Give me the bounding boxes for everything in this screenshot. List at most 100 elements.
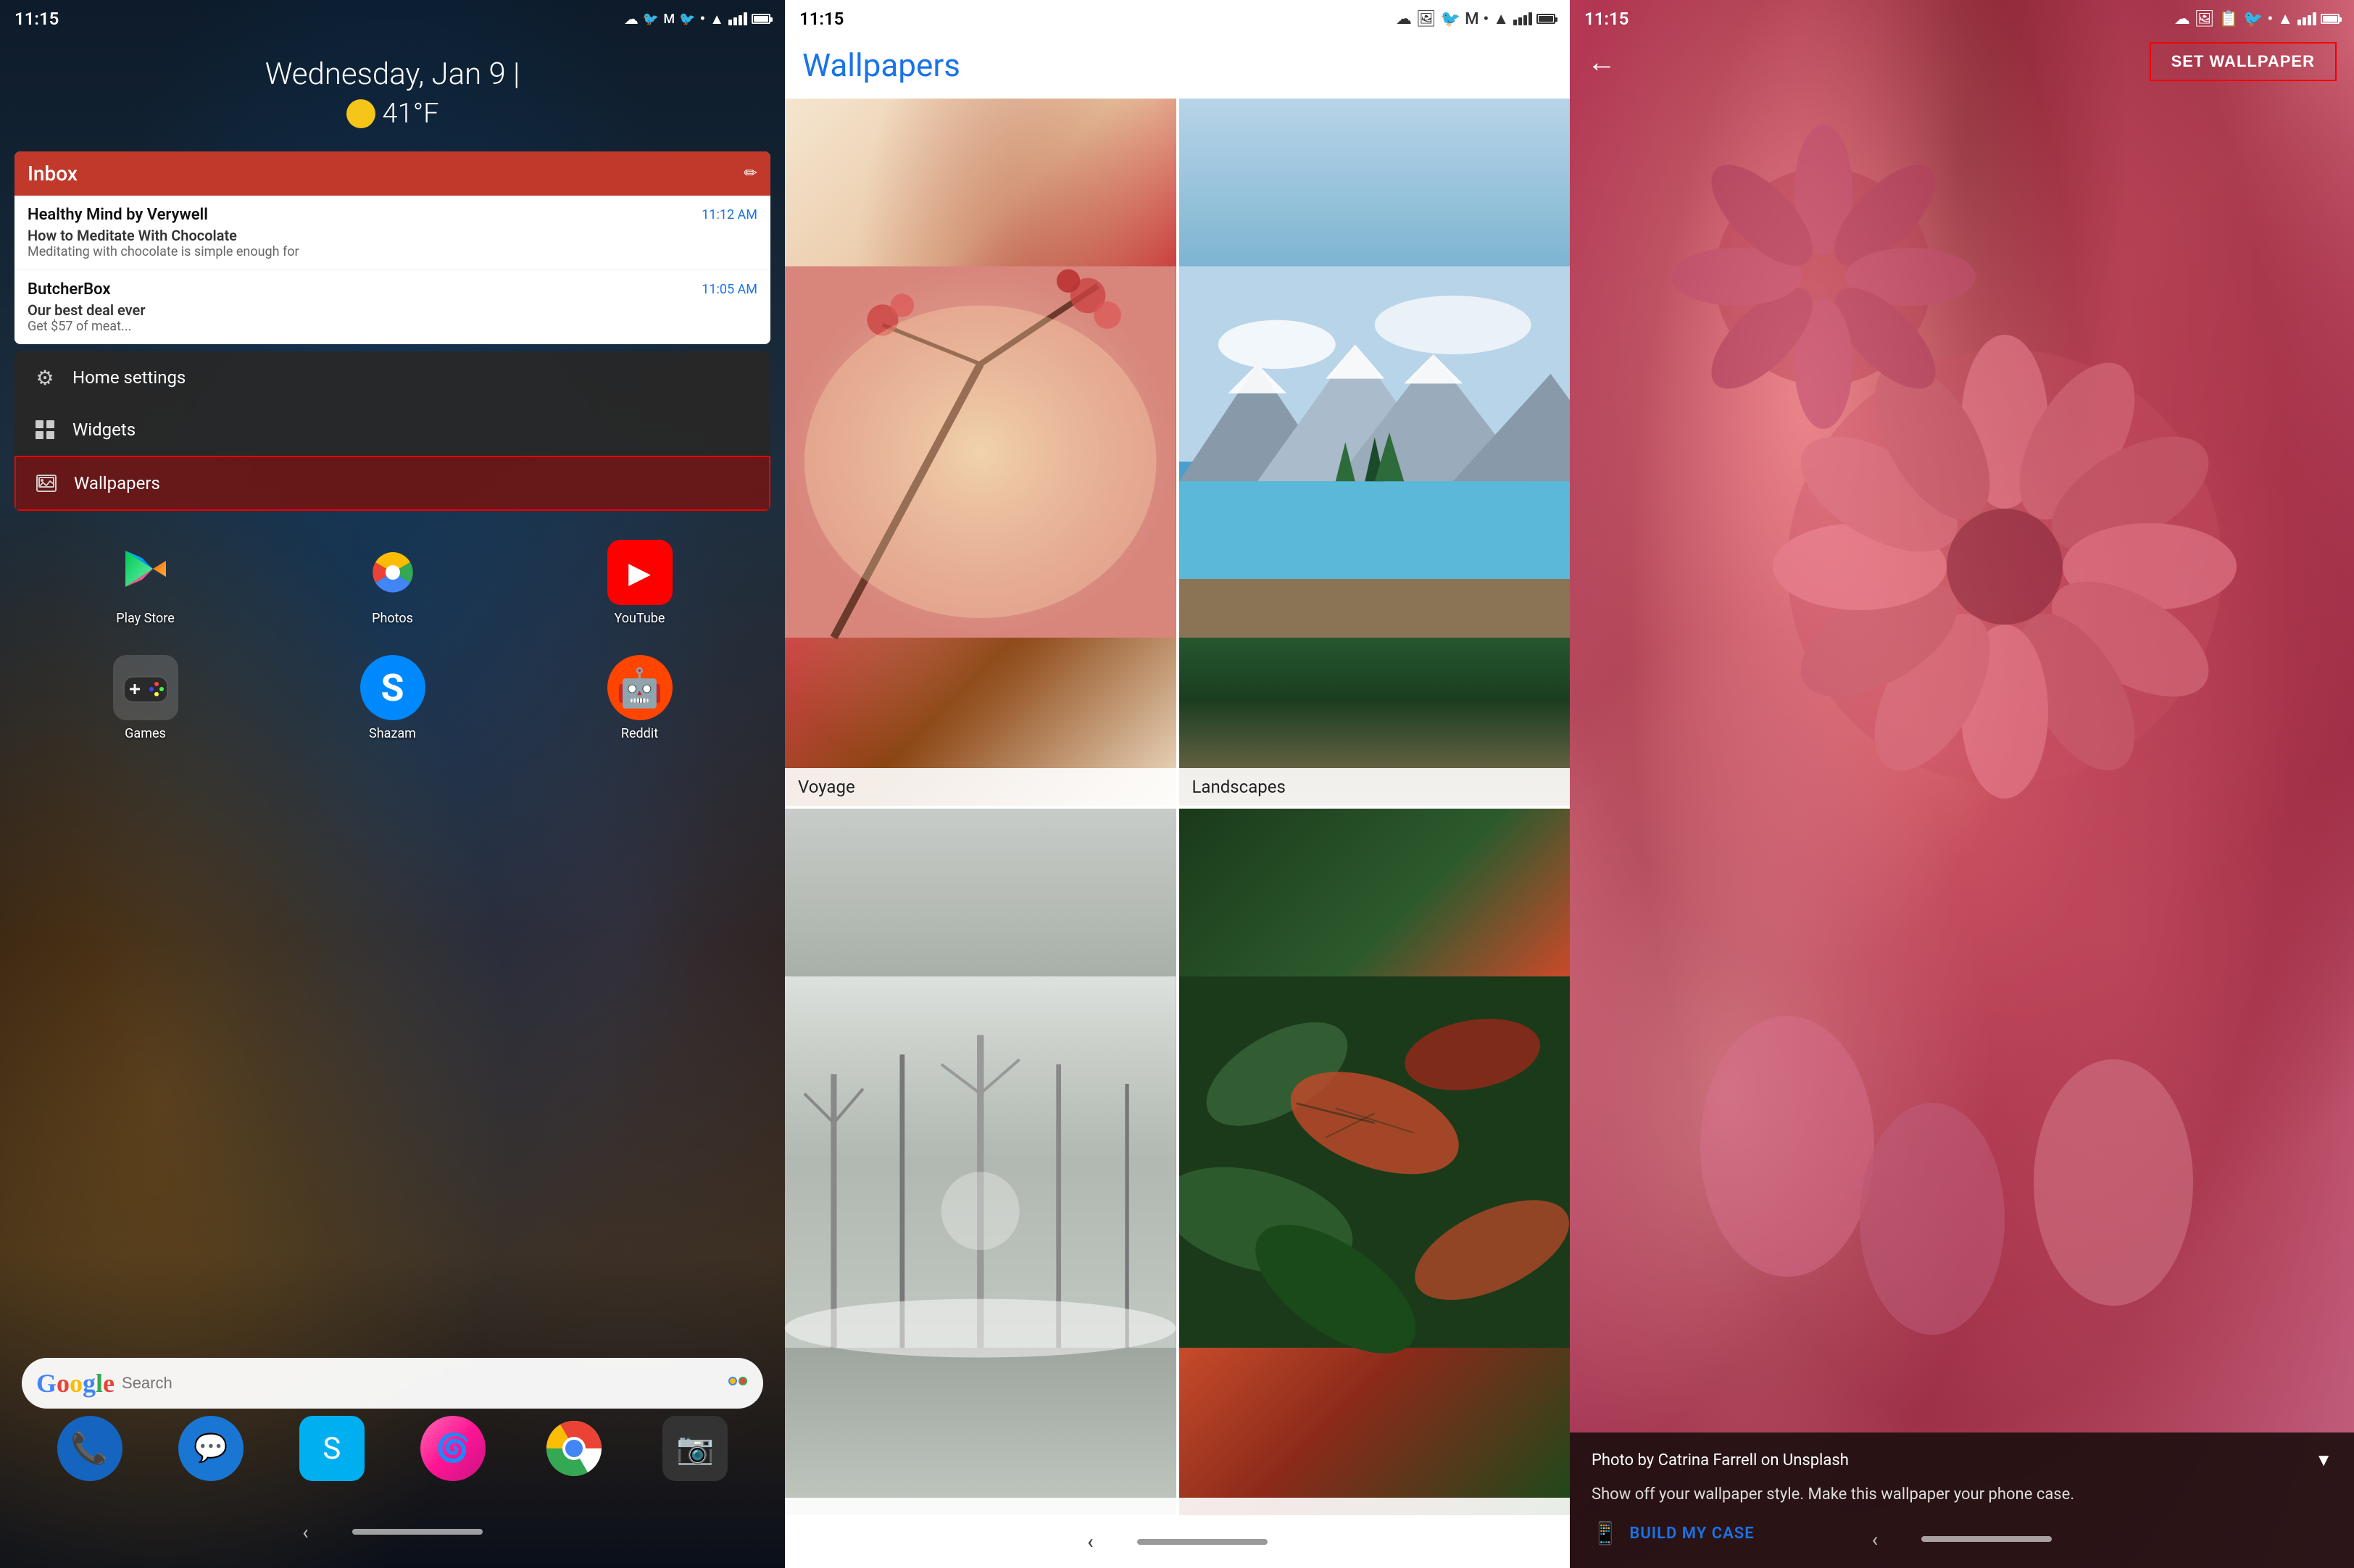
- phone-icon: 📞: [70, 1431, 108, 1467]
- cloud-icon: ☁: [2174, 10, 2190, 28]
- wifi-icon: ▲: [2277, 9, 2293, 28]
- gmail-icon: M: [663, 12, 675, 27]
- cloud-icon: ☁: [1396, 10, 1412, 28]
- inbox-title: Inbox: [28, 162, 78, 185]
- wallpapers-time: 11:15: [799, 9, 844, 29]
- app-label: Reddit: [621, 726, 658, 741]
- wallpapers-screen: 11:15 ☁ 🖼 🐦 M • ▲ Wallpapers: [785, 0, 1570, 1568]
- skype-icon: S: [323, 1431, 341, 1467]
- inbox-item[interactable]: ButcherBox 11:05 AM Our best deal ever G…: [14, 270, 770, 344]
- camera-icon: 📷: [676, 1431, 714, 1467]
- menu-item-label: Wallpapers: [74, 473, 160, 493]
- wallpaper-tile-tropical[interactable]: [1179, 809, 1571, 1516]
- wifi-icon: ▲: [1493, 9, 1509, 28]
- tropical-art: [1179, 809, 1571, 1516]
- gear-icon: ⚙: [32, 364, 58, 391]
- app-photos[interactable]: Photos: [360, 540, 425, 626]
- separator: |: [513, 57, 520, 92]
- menu-item-wallpapers[interactable]: Wallpapers: [14, 456, 770, 511]
- date-weather-widget: Wednesday, Jan 9 | 41°F: [0, 35, 785, 144]
- sender-name: Healthy Mind by Verywell: [28, 206, 208, 224]
- dock-phone[interactable]: 📞: [57, 1416, 122, 1481]
- google-logo: Google: [36, 1368, 115, 1398]
- back-button[interactable]: ←: [1587, 45, 1616, 79]
- google-mic-icon[interactable]: [727, 1370, 749, 1397]
- wallpapers-nav-bar: ‹: [785, 1515, 1570, 1568]
- inbox-header: Inbox ✏: [14, 151, 770, 196]
- menu-item-home-settings[interactable]: ⚙ Home settings: [14, 351, 770, 404]
- wallpapers-status-bar: 11:15 ☁ 🖼 🐦 M • ▲: [785, 0, 1570, 35]
- dock-camera[interactable]: 📷: [662, 1416, 728, 1481]
- back-button[interactable]: ‹: [1872, 1527, 1878, 1551]
- app-youtube[interactable]: ▶ YouTube: [607, 540, 673, 626]
- inbox-widget[interactable]: Inbox ✏ Healthy Mind by Verywell 11:12 A…: [14, 151, 770, 344]
- battery-icon: [1536, 14, 1555, 24]
- app-play-store[interactable]: Play Store: [113, 540, 178, 626]
- search-input[interactable]: [122, 1374, 714, 1393]
- image-icon: 🖼: [2195, 10, 2215, 28]
- flower-art: [1570, 0, 2354, 1568]
- sender-name: ButcherBox: [28, 280, 110, 299]
- google-search-bar[interactable]: Google: [22, 1358, 763, 1409]
- app-games[interactable]: Games: [113, 655, 178, 741]
- menu-item-widgets[interactable]: Widgets: [14, 404, 770, 456]
- wallpapers-title: Wallpapers: [802, 46, 1552, 84]
- voyage-preview: [785, 99, 1176, 806]
- chrome-icon: [545, 1419, 603, 1477]
- email-time: 11:05 AM: [702, 282, 757, 297]
- app-shazam[interactable]: S Shazam: [360, 655, 425, 741]
- back-button[interactable]: ‹: [1087, 1530, 1093, 1554]
- wallpapers-status-icons: ☁ 🖼 🐦 M • ▲: [1396, 9, 1555, 28]
- widgets-icon: [32, 417, 58, 443]
- play-store-icon: [113, 540, 178, 605]
- shazam-icon: S: [360, 655, 425, 720]
- weather-sun-icon: [346, 99, 375, 128]
- app-label: Shazam: [369, 726, 416, 741]
- set-wallpaper-button[interactable]: SET WALLPAPER: [2150, 42, 2337, 81]
- youtube-icon: ▶: [607, 540, 673, 605]
- dock-spiral[interactable]: 🌀: [420, 1416, 486, 1481]
- reddit-icon: 🤖: [607, 655, 673, 720]
- context-menu: ⚙ Home settings Widgets: [14, 351, 770, 511]
- chevron-down-icon[interactable]: ▼: [2315, 1450, 2332, 1471]
- home-nav-bar: ‹: [0, 1496, 785, 1568]
- notes-icon: 📋: [2219, 10, 2239, 28]
- wallpapers-header: Wallpapers: [785, 35, 1570, 99]
- dock-messages[interactable]: 💬: [178, 1416, 244, 1481]
- inbox-item[interactable]: Healthy Mind by Verywell 11:12 AM How to…: [14, 196, 770, 270]
- gray-art: [785, 809, 1176, 1516]
- home-indicator[interactable]: [1137, 1539, 1268, 1545]
- wallpaper-tile-landscapes[interactable]: Landscapes: [1179, 99, 1571, 806]
- detail-status-bar: 11:15 ☁ 🖼 📋 🐦 • ▲: [1570, 0, 2354, 35]
- home-indicator[interactable]: [352, 1529, 483, 1535]
- landscapes-art: [1179, 99, 1571, 806]
- home-time: 11:15: [14, 9, 59, 29]
- wallpaper-tile-voyage[interactable]: Voyage: [785, 99, 1176, 806]
- dock: 📞 💬 S 🌀 📷: [0, 1416, 785, 1481]
- promo-text: Show off your wallpaper style. Make this…: [1592, 1482, 2332, 1506]
- home-status-bar: 11:15 ☁ 🐦 M 🐦 • ▲: [0, 0, 785, 35]
- detail-status-icons: ☁ 🖼 📋 🐦 • ▲: [2174, 9, 2340, 28]
- signal-icon: [2297, 12, 2316, 25]
- cloud-icon: ☁: [624, 10, 639, 28]
- dock-skype[interactable]: S: [299, 1416, 365, 1481]
- back-button[interactable]: ‹: [302, 1520, 308, 1544]
- menu-item-label: Widgets: [72, 420, 136, 440]
- photo-credit: Photo by Catrina Farrell on Unsplash ▼: [1592, 1450, 2332, 1471]
- edit-icon[interactable]: ✏: [744, 164, 757, 183]
- credit-text: Photo by Catrina Farrell on Unsplash: [1592, 1451, 1849, 1469]
- app-label: YouTube: [615, 611, 665, 626]
- wallpaper-tile-gray[interactable]: [785, 809, 1176, 1516]
- home-indicator[interactable]: [1921, 1536, 2052, 1542]
- wallpaper-grid: Voyage: [785, 99, 1570, 1515]
- gmail-icon: M: [1465, 10, 1478, 28]
- image-icon: 🖼: [1416, 10, 1436, 28]
- voyage-art: [785, 99, 1176, 806]
- battery-icon: [752, 14, 770, 24]
- battery-icon: [2321, 14, 2340, 24]
- tile-label: Landscapes: [1179, 768, 1571, 806]
- dock-chrome[interactable]: [541, 1416, 607, 1481]
- wallpaper-detail-screen: 11:15 ☁ 🖼 📋 🐦 • ▲ ← SET WALLPAPER Photo …: [1570, 0, 2354, 1568]
- app-reddit[interactable]: 🤖 Reddit: [607, 655, 673, 741]
- wallpaper-icon: [33, 470, 59, 496]
